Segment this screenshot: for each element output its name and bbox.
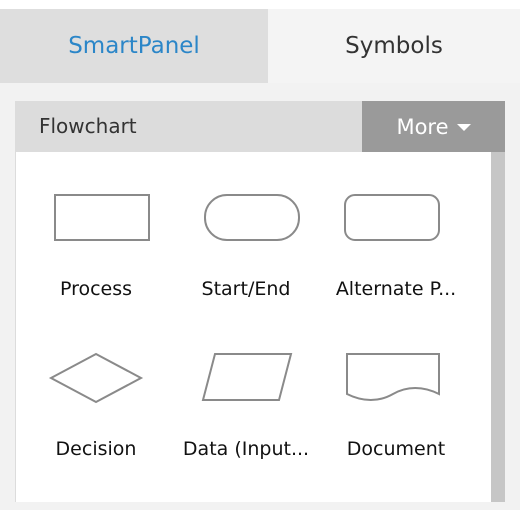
scrollbar[interactable]: [491, 152, 505, 502]
shape-label: Start/End: [201, 278, 291, 300]
group-title: Flowchart: [39, 114, 137, 138]
caret-down-icon: [456, 124, 471, 131]
shape-data[interactable]: Data (Input...: [171, 350, 321, 510]
rounded-rectangle-icon: [344, 194, 440, 241]
tab-smartpanel[interactable]: SmartPanel: [0, 9, 268, 83]
parallelogram-icon: [201, 353, 293, 401]
shape-label: Data (Input...: [182, 438, 310, 460]
top-bar: [0, 0, 520, 9]
more-button-label: More: [396, 114, 449, 139]
tab-smartpanel-label: SmartPanel: [68, 33, 200, 59]
document-wave-icon: [346, 353, 440, 401]
terminator-pill-icon: [204, 194, 300, 241]
flowchart-group-header[interactable]: Flowchart More: [15, 101, 505, 152]
process-rectangle-icon: [54, 194, 150, 241]
tab-symbols[interactable]: Symbols: [268, 9, 520, 83]
shape-decision[interactable]: Decision: [21, 350, 171, 510]
shape-label: Process: [59, 278, 133, 300]
shapes-panel: Process Start/End Alternate P... Decisio…: [15, 152, 505, 502]
diamond-icon: [48, 352, 144, 404]
shape-label: Decision: [55, 438, 137, 460]
shape-alternate-process[interactable]: Alternate P...: [321, 190, 471, 350]
more-button[interactable]: More: [362, 101, 505, 152]
shape-document[interactable]: Document: [321, 350, 471, 510]
shape-label: Document: [346, 438, 446, 460]
shape-process[interactable]: Process: [21, 190, 171, 350]
shape-label: Alternate P...: [335, 278, 457, 300]
shape-start-end[interactable]: Start/End: [171, 190, 321, 350]
tab-symbols-label: Symbols: [345, 33, 443, 59]
